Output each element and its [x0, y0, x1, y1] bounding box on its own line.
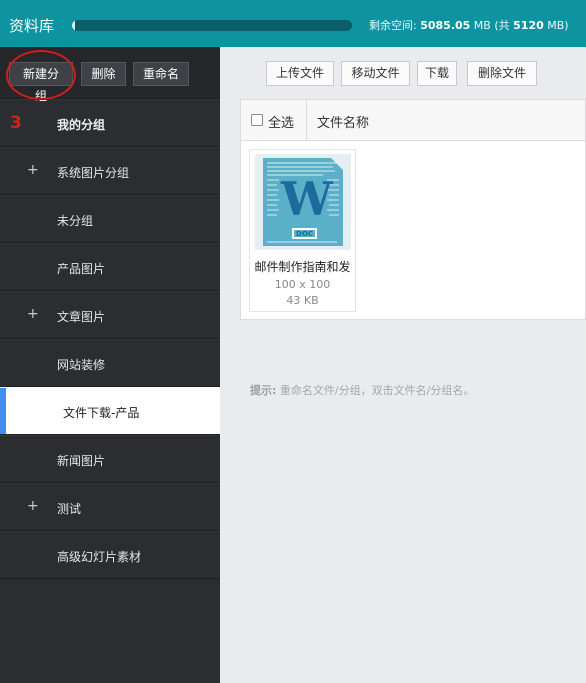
file-card[interactable]: W DOC 邮件制作指南和发 100 x 100 43 KB: [249, 149, 356, 312]
expand-plus-icon[interactable]: +: [27, 162, 39, 178]
library-title: 资料库: [9, 17, 55, 35]
sidebar-item-label: 系统图片分组: [57, 166, 130, 180]
sidebar-item-site-decoration[interactable]: 网站装修: [0, 339, 220, 387]
download-button[interactable]: 下载: [417, 61, 457, 86]
move-file-button[interactable]: 移动文件: [341, 61, 410, 86]
storage-suffix: MB): [543, 19, 569, 32]
word-doc-icon: W DOC: [263, 158, 343, 246]
file-main-area: 上传文件 移动文件 下载 删除文件 全选 文件名称 W DOC 邮件制作指南和发…: [220, 47, 586, 683]
column-divider: [306, 100, 307, 140]
storage-unit: MB (共: [470, 19, 514, 32]
sidebar-item-label: 我的分组: [57, 118, 106, 132]
sidebar-item-label: 网站装修: [57, 358, 106, 372]
hint-label: 提示:: [250, 384, 277, 397]
group-sidebar: 新建分组 删除 重命名 3 我的分组 + 系统图片分组 未分组 产品图片 + 文…: [0, 47, 220, 683]
sidebar-item-label: 高级幻灯片素材: [57, 550, 142, 564]
file-thumbnail[interactable]: W DOC: [255, 154, 351, 250]
expand-plus-icon[interactable]: +: [27, 306, 39, 322]
sidebar-item-test[interactable]: + 测试: [0, 483, 220, 531]
doc-letter: W: [281, 172, 333, 226]
sidebar-item-slideshow-assets[interactable]: 高级幻灯片素材: [0, 531, 220, 579]
sidebar-item-system-images[interactable]: + 系统图片分组: [0, 147, 220, 195]
delete-file-button[interactable]: 删除文件: [467, 61, 537, 86]
sidebar-item-label: 测试: [57, 502, 82, 516]
hint-text: 提示: 重命名文件/分组，双击文件名/分组名。: [250, 382, 474, 398]
sidebar-item-news-images[interactable]: 新闻图片: [0, 435, 220, 483]
file-list-header: 全选 文件名称: [241, 100, 585, 141]
rename-group-button[interactable]: 重命名: [133, 62, 189, 86]
sidebar-item-file-downloads[interactable]: 文件下载-产品: [0, 387, 220, 435]
storage-total: 5120: [513, 19, 544, 32]
sidebar-item-label: 新闻图片: [57, 454, 106, 468]
file-size: 43 KB: [286, 294, 319, 307]
sidebar-item-ungrouped[interactable]: 未分组: [0, 195, 220, 243]
new-group-button[interactable]: 新建分组: [9, 62, 73, 103]
file-list-panel: 全选 文件名称 W DOC 邮件制作指南和发 100 x 100 43 KB: [240, 99, 586, 320]
sidebar-item-article-images[interactable]: + 文章图片: [0, 291, 220, 339]
file-dimensions: 100 x 100: [274, 278, 331, 291]
sidebar-item-label: 未分组: [57, 214, 94, 228]
storage-progress-fill: [72, 20, 76, 31]
select-all-label[interactable]: 全选: [268, 112, 294, 131]
delete-group-button[interactable]: 删除: [81, 62, 126, 86]
select-all-checkbox[interactable]: [251, 114, 263, 126]
sidebar-item-label: 文件下载-产品: [63, 406, 140, 420]
file-toolbar: 上传文件 移动文件 下载 删除文件: [220, 47, 586, 99]
sidebar-item-label: 文章图片: [57, 310, 106, 324]
file-name[interactable]: 邮件制作指南和发: [250, 258, 355, 275]
doc-tag: DOC: [292, 228, 317, 239]
top-header: 资料库 剩余空间: 5085.05 MB (共 5120 MB): [0, 0, 586, 47]
sidebar-item-my-groups[interactable]: 3 我的分组: [0, 99, 220, 147]
annotation-number: 3: [10, 113, 22, 133]
hint-body: 重命名文件/分组，双击文件名/分组名。: [276, 384, 475, 397]
expand-plus-icon[interactable]: +: [27, 498, 39, 514]
sidebar-item-product-images[interactable]: 产品图片: [0, 243, 220, 291]
storage-info: 剩余空间: 5085.05 MB (共 5120 MB): [369, 17, 569, 33]
upload-file-button[interactable]: 上传文件: [266, 61, 334, 86]
storage-free: 5085.05: [420, 19, 471, 32]
file-name-column-header: 文件名称: [317, 116, 370, 131]
sidebar-item-label: 产品图片: [57, 262, 106, 276]
storage-progress-bar: [72, 20, 352, 31]
sidebar-toolbar: 新建分组 删除 重命名: [0, 47, 220, 103]
storage-prefix: 剩余空间:: [369, 19, 421, 32]
